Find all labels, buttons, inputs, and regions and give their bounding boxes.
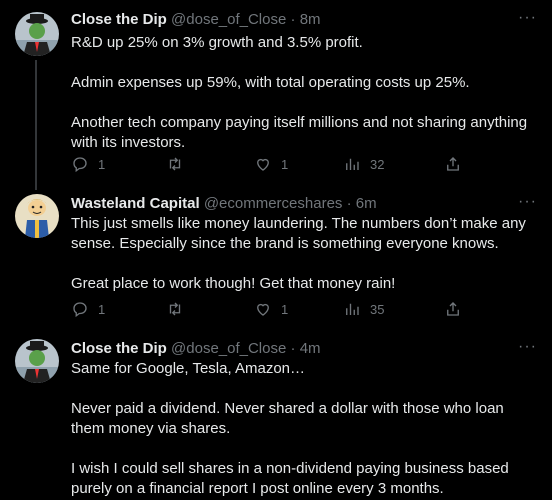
reply-button[interactable]: 1 xyxy=(71,154,105,174)
like-button[interactable]: 1 xyxy=(254,154,288,174)
views-chart-icon xyxy=(346,158,359,170)
action-bar: 1 1 32 xyxy=(71,154,471,174)
tweet-2[interactable]: Wasteland Capital @ecommerceshares · 6m … xyxy=(0,190,552,330)
heart-icon xyxy=(257,158,269,171)
tweet-paragraph: Another tech company paying itself milli… xyxy=(71,114,528,151)
tweet-1[interactable]: Close the Dip @dose_of_Close · 8m ··· R&… xyxy=(0,0,552,190)
avatar-image xyxy=(15,12,59,56)
tweet-paragraph: Same for Google, Tesla, Amazon… xyxy=(71,360,306,377)
views-button[interactable]: 32 xyxy=(343,154,384,174)
tweet-text: This just smells like money laundering. … xyxy=(71,214,536,294)
tweet-paragraph: This just smells like money laundering. … xyxy=(71,215,526,252)
share-icon xyxy=(447,157,459,171)
tweet-text: R&D up 25% on 3% growth and 3.5% profit.… xyxy=(71,33,536,153)
tweet-paragraph: Never paid a dividend. Never shared a do… xyxy=(71,400,504,437)
share-button[interactable] xyxy=(444,299,462,319)
views-chart-icon xyxy=(346,303,359,315)
author-name[interactable]: Close the Dip xyxy=(71,340,167,357)
timestamp[interactable]: 8m xyxy=(300,11,321,28)
author-name[interactable]: Close the Dip xyxy=(71,11,167,28)
action-bar: 1 1 35 xyxy=(71,299,471,319)
tweet-paragraph: R&D up 25% on 3% growth and 3.5% profit. xyxy=(71,34,363,51)
share-icon xyxy=(447,302,459,316)
separator-dot: · xyxy=(290,11,296,28)
reply-icon xyxy=(73,157,87,173)
tweet-header: Close the Dip @dose_of_Close · 8m xyxy=(71,10,512,30)
avatar[interactable] xyxy=(15,12,59,56)
separator-dot: · xyxy=(346,195,352,212)
tweet-header: Wasteland Capital @ecommerceshares · 6m xyxy=(71,194,512,214)
reply-button[interactable]: 1 xyxy=(71,299,105,319)
heart-icon xyxy=(257,303,269,316)
more-options-icon[interactable]: ··· xyxy=(518,338,537,356)
retweet-icon xyxy=(169,302,181,316)
retweet-button[interactable] xyxy=(166,154,193,174)
avatar[interactable] xyxy=(15,339,59,383)
reply-count: 1 xyxy=(98,156,106,172)
tweet-header: Close the Dip @dose_of_Close · 4m xyxy=(71,339,512,359)
tweet-paragraph: Admin expenses up 59%, with total operat… xyxy=(71,74,470,91)
author-handle[interactable]: @dose_of_Close xyxy=(171,11,286,28)
reply-icon xyxy=(73,302,87,318)
views-button[interactable]: 35 xyxy=(343,299,384,319)
views-count: 35 xyxy=(370,301,385,317)
retweet-button[interactable] xyxy=(166,299,193,319)
tweet-3[interactable]: Close the Dip @dose_of_Close · 4m ··· Sa… xyxy=(0,335,552,500)
tweet-paragraph: I wish I could sell shares in a non-divi… xyxy=(71,460,509,497)
timestamp[interactable]: 4m xyxy=(300,340,321,357)
more-options-icon[interactable]: ··· xyxy=(518,193,537,211)
avatar-image xyxy=(15,339,59,383)
tweet-paragraph: Great place to work though! Get that mon… xyxy=(71,275,396,292)
thread-line xyxy=(35,60,37,190)
like-count: 1 xyxy=(281,156,289,172)
views-count: 32 xyxy=(370,156,385,172)
like-count: 1 xyxy=(281,301,289,317)
tweet-text: Same for Google, Tesla, Amazon… Never pa… xyxy=(71,359,536,499)
avatar-image xyxy=(15,194,59,238)
author-handle[interactable]: @ecommerceshares xyxy=(204,195,343,212)
retweet-icon xyxy=(169,157,181,171)
author-handle[interactable]: @dose_of_Close xyxy=(171,340,286,357)
like-button[interactable]: 1 xyxy=(254,299,288,319)
avatar[interactable] xyxy=(15,194,59,238)
timestamp[interactable]: 6m xyxy=(356,195,377,212)
more-options-icon[interactable]: ··· xyxy=(518,9,537,27)
separator-dot: · xyxy=(290,340,296,357)
reply-count: 1 xyxy=(98,301,106,317)
author-name[interactable]: Wasteland Capital xyxy=(71,195,200,212)
share-button[interactable] xyxy=(444,154,462,174)
